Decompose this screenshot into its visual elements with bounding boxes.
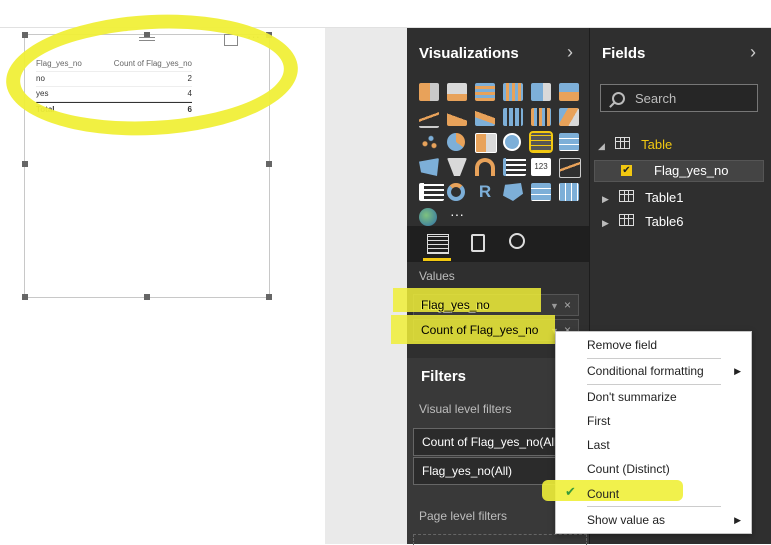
stacked-column-icon[interactable] bbox=[447, 83, 467, 101]
search-placeholder: Search bbox=[635, 91, 677, 106]
resize-handle[interactable] bbox=[266, 294, 272, 300]
filled-map-icon[interactable] bbox=[419, 158, 439, 176]
fields-tab-icon[interactable] bbox=[427, 234, 449, 254]
table-icon bbox=[618, 214, 634, 226]
slicer-icon[interactable] bbox=[419, 183, 444, 201]
multirow-card-icon[interactable] bbox=[503, 158, 526, 176]
resize-handle[interactable] bbox=[266, 161, 272, 167]
field-row-flag[interactable]: ✔ Flag_yes_no bbox=[594, 160, 764, 182]
clustered-bar-icon[interactable] bbox=[475, 83, 495, 101]
gauge-icon[interactable] bbox=[475, 158, 495, 176]
funnel-icon[interactable] bbox=[447, 158, 467, 176]
table-node-table6[interactable]: ▶ Table6 bbox=[602, 214, 683, 229]
visual-gallery: 123 R ··· bbox=[415, 80, 585, 230]
menu-item-remove-field[interactable]: Remove field bbox=[587, 334, 657, 356]
canvas-gutter bbox=[325, 28, 407, 544]
menu-item-last[interactable]: Last bbox=[587, 434, 610, 456]
pane-title: Visualizations bbox=[419, 45, 519, 62]
visual-level-filters-label: Visual level filters bbox=[419, 402, 512, 416]
line-column-icon[interactable] bbox=[503, 108, 523, 126]
menu-item-count-distinct[interactable]: Count (Distinct) bbox=[587, 458, 670, 480]
card-icon[interactable]: 123 bbox=[531, 158, 551, 176]
scatter-icon[interactable] bbox=[419, 133, 439, 151]
menu-item-show-value-as[interactable]: Show value as bbox=[587, 509, 747, 531]
table-node-table[interactable]: ◢ Table bbox=[598, 137, 672, 152]
table-icon bbox=[614, 137, 630, 149]
menu-separator bbox=[587, 506, 721, 507]
format-paint-roller-icon[interactable] bbox=[471, 234, 485, 252]
expand-arrow-icon[interactable]: ▶ bbox=[602, 218, 609, 228]
matrix2-icon[interactable] bbox=[559, 183, 579, 201]
checkbox-checked-icon[interactable]: ✔ bbox=[621, 165, 632, 176]
active-tab-indicator bbox=[423, 258, 451, 261]
map-icon[interactable] bbox=[503, 133, 521, 151]
more-visuals-icon[interactable]: ··· bbox=[447, 207, 467, 226]
100-column-icon[interactable] bbox=[559, 83, 579, 101]
expand-arrow-icon[interactable]: ◢ bbox=[598, 141, 605, 151]
table-icon bbox=[618, 190, 634, 202]
resize-handle[interactable] bbox=[22, 32, 28, 38]
well-label-highlighted: Flag_yes_no bbox=[421, 298, 490, 312]
resize-handle[interactable] bbox=[144, 294, 150, 300]
resize-handle[interactable] bbox=[22, 161, 28, 167]
table-icon[interactable] bbox=[529, 131, 553, 153]
globe-icon[interactable] bbox=[419, 208, 437, 226]
dropdown-arrow-icon[interactable]: ▼ bbox=[550, 295, 559, 317]
submenu-arrow-icon: ▶ bbox=[734, 366, 741, 376]
table2-icon[interactable] bbox=[531, 183, 551, 201]
table-name: Table1 bbox=[645, 190, 684, 205]
drop-fields-area[interactable] bbox=[413, 534, 587, 545]
remove-icon[interactable]: × bbox=[564, 294, 571, 316]
menu-item-first[interactable]: First bbox=[587, 410, 610, 432]
menu-separator bbox=[587, 384, 721, 385]
shape-map-icon[interactable] bbox=[503, 183, 523, 201]
field-name: Flag_yes_no bbox=[654, 163, 729, 178]
pie-icon[interactable] bbox=[447, 133, 465, 151]
analytics-magnifier-icon[interactable] bbox=[509, 233, 525, 249]
treemap-icon[interactable] bbox=[475, 133, 497, 153]
resize-handle[interactable] bbox=[22, 294, 28, 300]
filters-title: Filters bbox=[421, 368, 467, 385]
page-level-filters-label: Page level filters bbox=[419, 509, 508, 523]
donut-icon[interactable] bbox=[447, 183, 465, 201]
100-bar-icon[interactable] bbox=[531, 83, 551, 101]
well-label-highlighted: Count of Flag_yes_no bbox=[421, 323, 539, 337]
line-icon[interactable] bbox=[419, 108, 439, 128]
table-name: Table6 bbox=[645, 214, 684, 229]
check-icon: ✔ bbox=[565, 484, 576, 499]
table-node-table1[interactable]: ▶ Table1 bbox=[602, 190, 683, 205]
matrix-icon[interactable] bbox=[559, 133, 579, 151]
clustered-column-icon[interactable] bbox=[503, 83, 523, 101]
expand-arrow-icon[interactable]: ▶ bbox=[602, 194, 609, 204]
stacked-bar-icon[interactable] bbox=[419, 83, 439, 101]
kpi-icon[interactable] bbox=[559, 158, 581, 178]
collapse-chevron-icon[interactable]: › bbox=[750, 42, 756, 63]
collapse-chevron-icon[interactable]: › bbox=[567, 42, 573, 63]
menu-separator bbox=[587, 358, 721, 359]
menu-item-count[interactable]: Count bbox=[587, 483, 619, 505]
ribbon-icon[interactable] bbox=[559, 108, 579, 126]
menu-item-conditional-formatting[interactable]: Conditional formatting bbox=[587, 360, 747, 382]
stacked-area-icon[interactable] bbox=[475, 108, 495, 126]
line-clustered-icon[interactable] bbox=[531, 108, 551, 126]
submenu-arrow-icon: ▶ bbox=[734, 515, 741, 525]
area-icon[interactable] bbox=[447, 108, 467, 126]
context-menu: Remove field Conditional formatting ▶ Do… bbox=[542, 331, 752, 534]
pane-title: Fields bbox=[602, 45, 646, 62]
values-label: Values bbox=[419, 269, 455, 283]
r-visual-icon[interactable]: R bbox=[475, 183, 495, 201]
menu-item-label: Show value as bbox=[587, 513, 666, 527]
table-name: Table bbox=[641, 137, 673, 152]
menu-item-label: Conditional formatting bbox=[587, 364, 704, 378]
menu-item-dont-summarize[interactable]: Don't summarize bbox=[587, 386, 677, 408]
